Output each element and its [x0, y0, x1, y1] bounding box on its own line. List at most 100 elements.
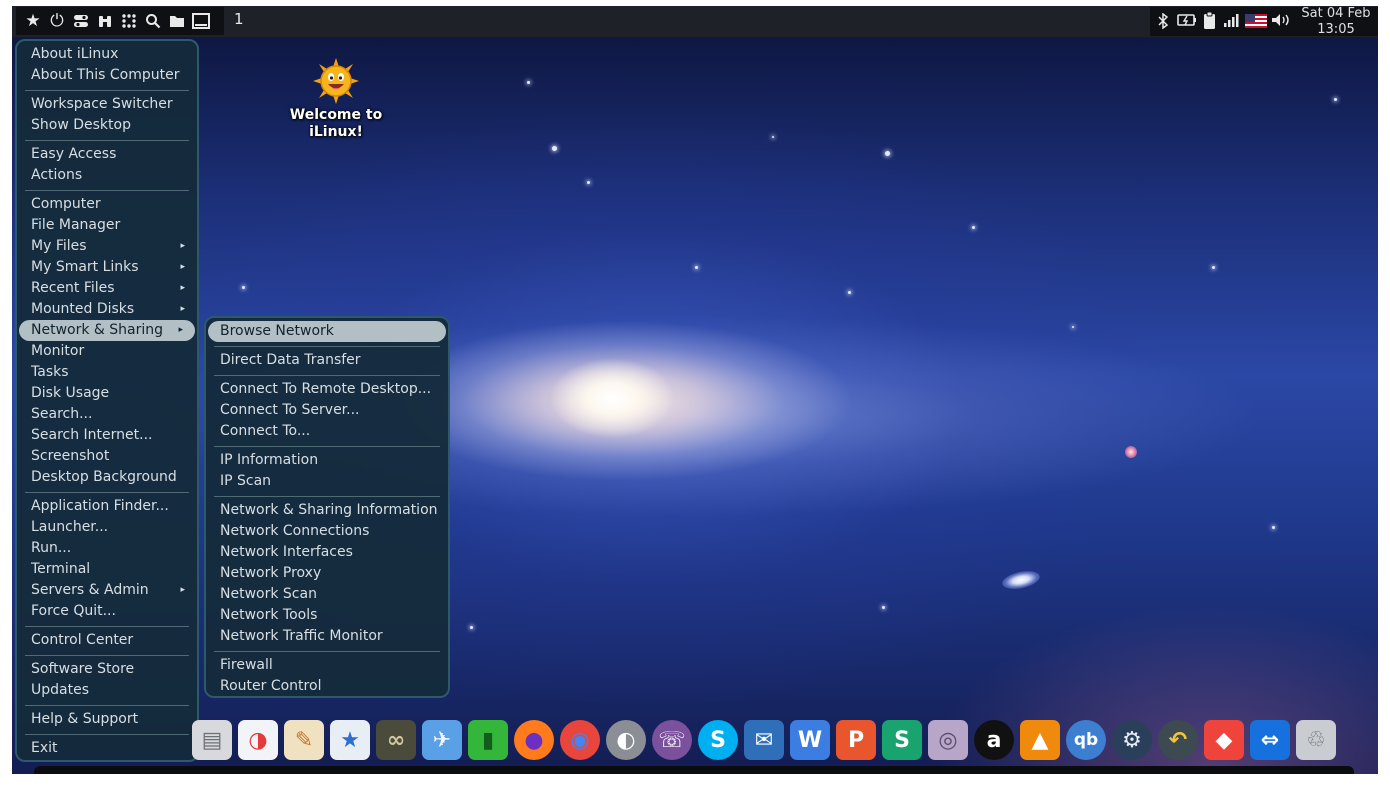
- star: [1334, 98, 1337, 101]
- menu-item-actions[interactable]: Actions: [17, 165, 197, 186]
- menu-item-search[interactable]: Search...: [17, 404, 197, 425]
- menu-item-my-files[interactable]: My Files ▸: [17, 236, 197, 257]
- viber-icon[interactable]: ☏: [652, 720, 692, 760]
- menu-item-terminal[interactable]: Terminal: [17, 559, 197, 580]
- menu-item-network-and-sharing[interactable]: Network & Sharing ▸: [19, 320, 195, 341]
- menu-item-easy-access[interactable]: Easy Access: [17, 144, 197, 165]
- menu-item-software-store[interactable]: Software Store: [17, 659, 197, 680]
- menu-item-direct-data-transfer[interactable]: Direct Data Transfer: [206, 350, 448, 371]
- wps-presentation-icon[interactable]: P: [836, 720, 876, 760]
- menu-item-connect-to[interactable]: Connect To...: [206, 421, 448, 442]
- battery-charging-icon[interactable]: [1177, 13, 1197, 31]
- search-icon[interactable]: [144, 12, 162, 30]
- menu-item-network-traffic-monitor[interactable]: Network Traffic Monitor: [206, 626, 448, 647]
- menu-item-updates[interactable]: Updates: [17, 680, 197, 701]
- qbittorrent-icon[interactable]: qb: [1066, 720, 1106, 760]
- menu-item-ip-information[interactable]: IP Information: [206, 450, 448, 471]
- wps-writer-icon[interactable]: W: [790, 720, 830, 760]
- menu-item-monitor[interactable]: Monitor: [17, 341, 197, 362]
- toggle-settings-icon[interactable]: [72, 12, 90, 30]
- webcam-photo-icon[interactable]: ◎: [928, 720, 968, 760]
- menu-item-network-tools[interactable]: Network Tools: [206, 605, 448, 626]
- binoculars-icon[interactable]: ∞: [376, 720, 416, 760]
- menu-item-launcher[interactable]: Launcher...: [17, 517, 197, 538]
- firefox-icon[interactable]: ●: [514, 720, 554, 760]
- menu-item-workspace-switcher[interactable]: Workspace Switcher: [17, 94, 197, 115]
- dock-icon-glyph: ☏: [658, 727, 686, 753]
- welcome-desktop-icon[interactable]: Welcome to iLinux!: [282, 58, 390, 141]
- file-cabinet-icon[interactable]: ▤: [192, 720, 232, 760]
- a-circle-icon[interactable]: a: [974, 720, 1014, 760]
- menu-item-desktop-background[interactable]: Desktop Background: [17, 467, 197, 488]
- menu-item-firewall[interactable]: Firewall: [206, 655, 448, 676]
- menu-item-network-proxy[interactable]: Network Proxy: [206, 563, 448, 584]
- green-pipe-icon[interactable]: ▮: [468, 720, 508, 760]
- favorites-star-icon[interactable]: ★: [24, 12, 42, 30]
- pink-star: [1125, 446, 1137, 458]
- menu-item-screenshot[interactable]: Screenshot: [17, 446, 197, 467]
- google-earth-pro-icon[interactable]: ◐: [606, 720, 646, 760]
- menu-item-recent-files[interactable]: Recent Files ▸: [17, 278, 197, 299]
- settings-toggle-icon[interactable]: ◑: [238, 720, 278, 760]
- app-store-bag-icon[interactable]: ★: [330, 720, 370, 760]
- menu-item-help-and-support[interactable]: Help & Support: [17, 709, 197, 730]
- power-icon[interactable]: ⏻: [48, 12, 66, 30]
- binoculars-icon[interactable]: [96, 12, 114, 30]
- trash-icon[interactable]: ♲: [1296, 720, 1336, 760]
- star: [695, 266, 698, 269]
- menu-separator: [25, 140, 189, 141]
- volume-icon[interactable]: [1271, 13, 1291, 31]
- vlc-cone-icon[interactable]: ▲: [1020, 720, 1060, 760]
- menu-item-run[interactable]: Run...: [17, 538, 197, 559]
- menu-item-exit[interactable]: Exit: [17, 738, 197, 759]
- clipboard-icon[interactable]: [1203, 11, 1216, 34]
- menu-separator: [25, 90, 189, 91]
- thunderbird-icon[interactable]: ✉: [744, 720, 784, 760]
- menu-item-browse-network[interactable]: Browse Network: [208, 321, 446, 342]
- menu-item-ip-scan[interactable]: IP Scan: [206, 471, 448, 492]
- menu-item-control-center[interactable]: Control Center: [17, 630, 197, 651]
- restore-arrow-icon[interactable]: ↶: [1158, 720, 1198, 760]
- menu-item-file-manager[interactable]: File Manager: [17, 215, 197, 236]
- steam-icon[interactable]: ⚙: [1112, 720, 1152, 760]
- wifi-signal-icon[interactable]: [1223, 13, 1239, 31]
- desktop-icon-label-line2: iLinux!: [309, 124, 363, 140]
- menu-item-application-finder[interactable]: Application Finder...: [17, 496, 197, 517]
- distant-galaxy: [1000, 568, 1042, 592]
- apps-grid-icon[interactable]: [120, 12, 138, 30]
- menu-item-about-this-computer[interactable]: About This Computer: [17, 65, 197, 86]
- folder-icon[interactable]: [168, 12, 186, 30]
- menu-item-network-connections[interactable]: Network Connections: [206, 521, 448, 542]
- anydesk-icon[interactable]: ◆: [1204, 720, 1244, 760]
- menu-item-label: About This Computer: [31, 67, 180, 83]
- menu-item-mounted-disks[interactable]: Mounted Disks ▸: [17, 299, 197, 320]
- menu-item-computer[interactable]: Computer: [17, 194, 197, 215]
- color-palette-icon[interactable]: ✎: [284, 720, 324, 760]
- menu-item-connect-to-remote-desktop[interactable]: Connect To Remote Desktop...: [206, 379, 448, 400]
- menu-item-tasks[interactable]: Tasks: [17, 362, 197, 383]
- bluetooth-icon[interactable]: [1158, 12, 1169, 33]
- menu-item-connect-to-server[interactable]: Connect To Server...: [206, 400, 448, 421]
- clock[interactable]: Sat 04 Feb 13:05: [1298, 6, 1374, 38]
- menu-item-router-control[interactable]: Router Control: [206, 676, 448, 697]
- menu-item-network-and-sharing-information[interactable]: Network & Sharing Information: [206, 500, 448, 521]
- menu-item-network-scan[interactable]: Network Scan: [206, 584, 448, 605]
- show-desktop-icon[interactable]: [192, 12, 210, 30]
- wps-spreadsheets-icon[interactable]: S: [882, 720, 922, 760]
- rocket-icon[interactable]: ✈: [422, 720, 462, 760]
- us-flag-keyboard-icon[interactable]: [1245, 14, 1267, 32]
- menu-item-disk-usage[interactable]: Disk Usage: [17, 383, 197, 404]
- menu-item-servers-and-admin[interactable]: Servers & Admin ▸: [17, 580, 197, 601]
- teamviewer-icon[interactable]: ⇔: [1250, 720, 1290, 760]
- menu-item-label: Tasks: [31, 364, 69, 380]
- chrome-icon[interactable]: ◉: [560, 720, 600, 760]
- menu-item-network-interfaces[interactable]: Network Interfaces: [206, 542, 448, 563]
- skype-icon[interactable]: S: [698, 720, 738, 760]
- workspace-switcher[interactable]: 1: [234, 10, 244, 28]
- clock-date: Sat 04 Feb: [1301, 6, 1371, 21]
- menu-item-about-ilinux[interactable]: About iLinux: [17, 44, 197, 65]
- menu-item-search-internet[interactable]: Search Internet...: [17, 425, 197, 446]
- menu-item-my-smart-links[interactable]: My Smart Links ▸: [17, 257, 197, 278]
- menu-item-show-desktop[interactable]: Show Desktop: [17, 115, 197, 136]
- menu-item-force-quit[interactable]: Force Quit...: [17, 601, 197, 622]
